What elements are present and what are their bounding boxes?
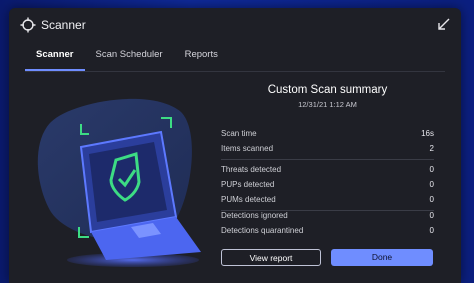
stat-value: 0	[429, 211, 434, 220]
laptop-shield-illustration	[37, 98, 201, 267]
stat-value: 0	[429, 180, 434, 189]
stat-label: Detections quarantined	[221, 226, 304, 235]
stat-label: PUPs detected	[221, 180, 275, 189]
stat-label: Threats detected	[221, 165, 282, 174]
tab-reports[interactable]: Reports	[174, 46, 229, 71]
scan-stats-group-2: Threats detected 0 PUPs detected 0 PUMs …	[221, 163, 434, 208]
summary-title: Custom Scan summary	[267, 84, 388, 96]
tab-bar: Scanner Scan Scheduler Reports	[25, 46, 229, 72]
stat-label: Detections ignored	[221, 211, 288, 220]
scanner-window: Scanner Scanner Scan Scheduler Reports C…	[9, 8, 461, 283]
scan-stats-group-1: Scan time 16s Items scanned 2	[221, 127, 434, 157]
stat-label: Scan time	[221, 129, 257, 138]
scan-stats-group-3: Detections ignored 0 Detections quaranti…	[221, 209, 434, 239]
stat-row-pums: PUMs detected 0	[221, 193, 434, 208]
stat-row-quarantined: Detections quarantined 0	[221, 224, 434, 239]
stat-value: 16s	[421, 129, 434, 138]
stat-row-threats: Threats detected 0	[221, 163, 434, 178]
view-report-button[interactable]: View report	[221, 249, 321, 266]
stat-label: Items scanned	[221, 144, 274, 153]
stat-label: PUMs detected	[221, 195, 276, 204]
scan-summary: Custom Scan summary 12/31/21 1:12 AM	[221, 84, 434, 109]
stat-value: 0	[429, 226, 434, 235]
scanner-crosshair-icon	[20, 17, 36, 33]
tab-scanner[interactable]: Scanner	[25, 46, 85, 71]
stat-row-items-scanned: Items scanned 2	[221, 142, 434, 157]
stat-value: 2	[429, 144, 434, 153]
stat-row-pups: PUPs detected 0	[221, 178, 434, 193]
done-button[interactable]: Done	[331, 249, 433, 266]
summary-date: 12/31/21 1:12 AM	[298, 100, 357, 109]
tab-scan-scheduler[interactable]: Scan Scheduler	[85, 46, 174, 71]
collapse-arrow-icon[interactable]	[437, 18, 450, 31]
divider	[221, 159, 434, 160]
window-title: Scanner	[41, 18, 86, 32]
stat-value: 0	[429, 195, 434, 204]
tabs-divider	[25, 71, 445, 72]
stat-row-ignored: Detections ignored 0	[221, 209, 434, 224]
stat-row-scan-time: Scan time 16s	[221, 127, 434, 142]
stat-value: 0	[429, 165, 434, 174]
title-bar: Scanner	[9, 8, 461, 42]
